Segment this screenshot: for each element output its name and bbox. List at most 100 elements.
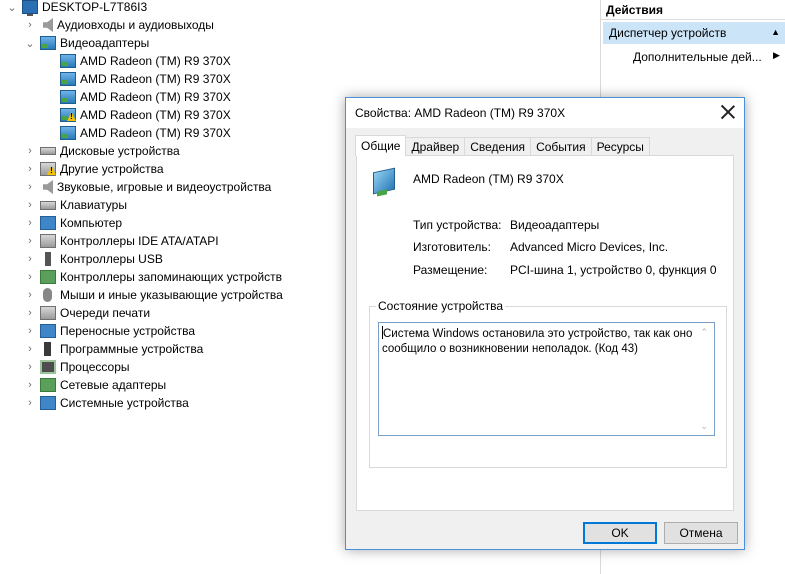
tree-item-ide[interactable]: › Контроллеры IDE ATA/ATAPI [24,232,219,250]
portable-device-icon [40,324,56,338]
tree-item-keyboards[interactable]: › Клавиатуры [24,196,127,214]
speaker-icon [43,18,53,32]
tree-item-software[interactable]: › Программные устройства [24,340,203,358]
device-status-title: Состояние устройства [376,299,506,313]
tree-item-print-queues[interactable]: › Очереди печати [24,304,150,322]
collapse-triangle-icon[interactable]: ▲ [771,27,780,37]
chevron-right-icon[interactable]: › [24,286,36,304]
chevron-right-icon[interactable]: › [24,16,36,34]
tree-item-label: Программные устройства [60,342,204,356]
tab-general[interactable]: Общие [355,135,407,156]
tree-item-other-devices[interactable]: › Другие устройства [24,160,164,178]
chevron-right-icon[interactable]: › [24,196,36,214]
chevron-right-icon[interactable]: › [24,214,36,232]
tree-root[interactable]: ⌄ DESKTOP-L7T86I3 [6,0,147,16]
tree-item-sound[interactable]: › Звуковые, игровые и видеоустройства [24,178,271,196]
chevron-right-icon[interactable]: › [24,178,36,196]
tab-details[interactable]: Сведения [464,137,532,156]
processor-icon [40,360,56,374]
tree-item-audio[interactable]: › Аудиовходы и аудиовыходы [24,16,214,34]
location-value: PCI-шина 1, устройство 0, функция 0 [510,263,717,277]
scroll-down-icon[interactable]: ⌄ [700,419,708,434]
usb-icon [45,252,51,266]
dialog-titlebar[interactable]: Свойства: AMD Radeon (TM) R9 370X [346,98,744,128]
tab-driver[interactable]: Драйвер [405,137,466,156]
chevron-right-icon[interactable]: › [24,250,36,268]
actions-more-item[interactable]: Дополнительные дей... [633,50,762,64]
chevron-down-icon[interactable]: ⌄ [6,0,18,16]
tree-item-display-adapters[interactable]: ⌄ Видеоадаптеры [24,34,149,52]
device-status-text: Система Windows остановила это устройств… [382,328,693,355]
chevron-right-icon[interactable]: › [24,394,36,412]
dialog-tabs: Общие Драйвер Сведения События Ресурсы [355,135,650,156]
printer-icon [40,306,56,320]
tree-item-computer[interactable]: › Компьютер [24,214,122,232]
tree-item-label: Другие устройства [60,162,164,176]
computer-icon [22,0,38,16]
actions-section-device-manager[interactable]: Диспетчер устройств ▲ [603,22,785,44]
software-device-icon [44,342,51,356]
system-device-icon [40,396,56,410]
sound-device-icon [43,180,53,194]
tree-item-portable[interactable]: › Переносные устройства [24,322,195,340]
chevron-right-icon[interactable]: › [24,160,36,178]
tree-child-gpu-4[interactable]: AMD Radeon (TM) R9 370X [56,106,231,124]
tree-item-storage[interactable]: › Контроллеры запоминающих устройств [24,268,282,286]
tree-child-gpu-1[interactable]: AMD Radeon (TM) R9 370X [56,52,231,70]
tree-item-system[interactable]: › Системные устройства [24,394,189,412]
chevron-right-icon[interactable]: › [24,340,36,358]
tree-item-label: Контроллеры IDE ATA/ATAPI [60,234,219,248]
chevron-right-icon[interactable]: › [24,358,36,376]
disk-drive-icon [40,147,56,155]
tree-item-label: Сетевые адаптеры [60,378,167,392]
chevron-right-icon[interactable]: › [24,322,36,340]
unknown-device-icon [40,162,56,176]
tree-item-usb[interactable]: › Контроллеры USB [24,250,163,268]
tree-item-label: AMD Radeon (TM) R9 370X [80,108,231,122]
tree-item-mice[interactable]: › Мыши и иные указывающие устройства [24,286,283,304]
mouse-icon [43,288,52,302]
chevron-right-icon[interactable]: › [24,376,36,394]
tree-item-label: Контроллеры USB [60,252,163,266]
chevron-right-icon[interactable]: › [24,142,36,160]
tree-child-gpu-5[interactable]: AMD Radeon (TM) R9 370X [56,124,231,142]
device-name: AMD Radeon (TM) R9 370X [413,172,564,186]
tree-item-label: Переносные устройства [60,324,196,338]
cancel-button[interactable]: Отмена [664,522,738,544]
display-adapter-icon [60,54,76,68]
display-adapter-icon [60,72,76,86]
tree-item-disk-drives[interactable]: › Дисковые устройства [24,142,180,160]
device-status-textbox[interactable]: Система Windows остановила это устройств… [378,322,715,436]
chevron-right-icon[interactable]: › [24,268,36,286]
tree-item-processors[interactable]: › Процессоры [24,358,130,376]
ide-controller-icon [40,234,56,248]
tree-child-gpu-3[interactable]: AMD Radeon (TM) R9 370X [56,88,231,106]
chevron-right-icon[interactable]: › [24,304,36,322]
scroll-up-icon[interactable]: ⌃ [700,325,708,340]
tree-item-label: Процессоры [60,360,130,374]
tab-events[interactable]: События [530,137,592,156]
ok-button[interactable]: OK [583,522,657,544]
dialog-title: Свойства: AMD Radeon (TM) R9 370X [355,106,566,120]
tree-item-label: AMD Radeon (TM) R9 370X [80,90,231,104]
storage-controller-icon [40,270,56,284]
tree-root-label: DESKTOP-L7T86I3 [42,0,148,14]
properties-dialog: Свойства: AMD Radeon (TM) R9 370X Общие … [345,97,745,550]
tree-child-gpu-2[interactable]: AMD Radeon (TM) R9 370X [56,70,231,88]
manufacturer-label: Изготовитель: [413,240,491,254]
tab-resources[interactable]: Ресурсы [590,137,650,156]
display-adapter-icon [60,126,76,140]
chevron-right-icon[interactable]: › [24,232,36,250]
computer-icon [40,216,56,230]
tree-item-network[interactable]: › Сетевые адаптеры [24,376,166,394]
general-tab-panel: AMD Radeon (TM) R9 370X Тип устройства: … [356,155,734,511]
chevron-down-icon[interactable]: ⌄ [24,34,36,52]
close-icon[interactable] [720,104,736,120]
tree-item-label: Компьютер [60,216,123,230]
network-adapter-icon [40,378,56,392]
device-status-group: Состояние устройства Система Windows ост… [369,299,727,468]
tree-item-label: Аудиовходы и аудиовыходы [57,18,214,32]
tree-item-label: Клавиатуры [60,198,127,212]
tree-item-label: Звуковые, игровые и видеоустройства [57,180,272,194]
submenu-arrow-icon: ▶ [773,50,780,60]
